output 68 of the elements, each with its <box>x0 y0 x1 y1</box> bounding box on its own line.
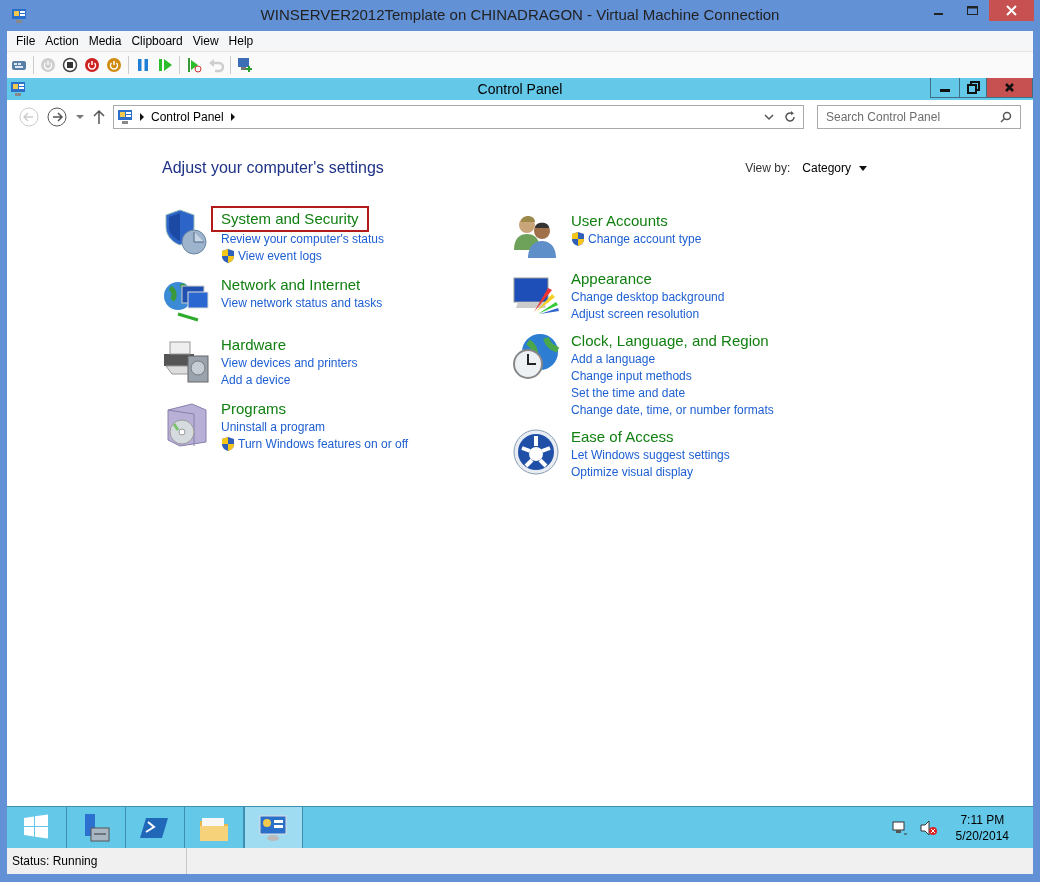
task-link[interactable]: View devices and printers <box>221 353 358 372</box>
category-link[interactable]: User Accounts <box>571 212 668 230</box>
task-link[interactable]: Change input methods <box>571 366 692 385</box>
menu-item[interactable]: Media <box>83 32 127 50</box>
page-heading: Adjust your computer's settings <box>162 158 384 178</box>
view-by-label: View by: <box>745 160 791 177</box>
task-link[interactable]: Turn Windows features on or off <box>238 434 409 453</box>
task-link[interactable]: Uninstall a program <box>221 417 326 436</box>
task-link[interactable]: Add a device <box>221 370 291 389</box>
search-field[interactable]: Search Control Panel <box>817 105 1021 129</box>
window-title: WINSERVER2012Template on CHINADRAGON - Virtual Machine Connection <box>260 5 780 26</box>
refresh-icon[interactable] <box>784 110 796 124</box>
power-icon[interactable] <box>106 57 122 73</box>
globe-clock-icon[interactable] <box>512 332 560 380</box>
chevron-right-icon[interactable] <box>229 113 236 121</box>
task-link[interactable]: Change account type <box>588 229 702 248</box>
category-link[interactable]: Network and Internet <box>221 276 361 294</box>
category-link[interactable]: Clock, Language, and Region <box>571 332 769 350</box>
task-link[interactable]: Adjust screen resolution <box>571 304 700 323</box>
view-by-dropdown[interactable]: Category <box>802 159 867 177</box>
task-link[interactable]: Review your computer's status <box>221 229 385 248</box>
category-link[interactable]: System and Security <box>213 208 367 230</box>
clock-time[interactable]: 7:11 PM <box>960 811 1005 828</box>
search-icon <box>1000 111 1012 123</box>
power-icon[interactable] <box>84 57 100 73</box>
category-link[interactable]: Appearance <box>571 270 652 288</box>
stop-icon[interactable] <box>62 57 78 73</box>
task-link[interactable]: Add a language <box>571 349 656 368</box>
vm-connection-icon <box>11 7 27 24</box>
control-panel-icon <box>117 109 133 125</box>
category-link[interactable]: Programs <box>221 400 287 418</box>
task-link[interactable]: Change desktop background <box>571 287 725 306</box>
clock-date[interactable]: 5/20/2014 <box>955 827 1009 844</box>
category-link[interactable]: Ease of Access <box>571 428 674 446</box>
control-panel-icon <box>258 812 289 843</box>
taskbar-button[interactable] <box>244 807 303 848</box>
menu-item[interactable]: Action <box>40 32 84 50</box>
chevron-down-icon[interactable] <box>764 113 774 121</box>
dropdown-icon[interactable] <box>75 112 85 122</box>
chevron-right-icon[interactable] <box>139 113 145 121</box>
menu-item[interactable]: File <box>11 32 41 50</box>
shield-chart-icon[interactable] <box>162 208 210 256</box>
window-title: Control Panel <box>477 79 563 99</box>
close-icon[interactable] <box>987 78 1032 97</box>
breadcrumb-item[interactable]: Control Panel <box>151 108 224 126</box>
task-link[interactable]: View event logs <box>238 246 322 265</box>
task-link[interactable]: Set the time and date <box>571 383 686 402</box>
address-bar[interactable]: Control Panel <box>113 105 804 129</box>
checkpoint-icon[interactable] <box>186 57 202 73</box>
menu-item[interactable]: Help <box>223 32 259 50</box>
forward-icon[interactable] <box>47 107 67 127</box>
monitor-plus-icon[interactable] <box>237 57 253 73</box>
speaker-muted-icon[interactable] <box>919 819 938 836</box>
menu-item[interactable]: View <box>187 32 224 50</box>
control-panel-icon <box>10 81 26 97</box>
caret-icon <box>859 165 867 171</box>
task-link[interactable]: Optimize visual display <box>571 462 694 481</box>
task-link[interactable]: Let Windows suggest settings <box>571 445 730 464</box>
task-link[interactable]: Change date, time, or number formats <box>571 400 774 419</box>
close-icon[interactable] <box>989 0 1034 21</box>
search-placeholder: Search Control Panel <box>826 109 941 126</box>
category-link[interactable]: Hardware <box>221 336 287 354</box>
pause-icon[interactable] <box>135 57 151 73</box>
menu-item[interactable]: Clipboard <box>126 32 188 50</box>
status-text: Status: Running <box>7 848 187 874</box>
accessibility-icon[interactable] <box>512 428 560 476</box>
task-link[interactable]: View network status and tasks <box>221 293 383 312</box>
up-arrow-icon[interactable] <box>93 109 105 125</box>
